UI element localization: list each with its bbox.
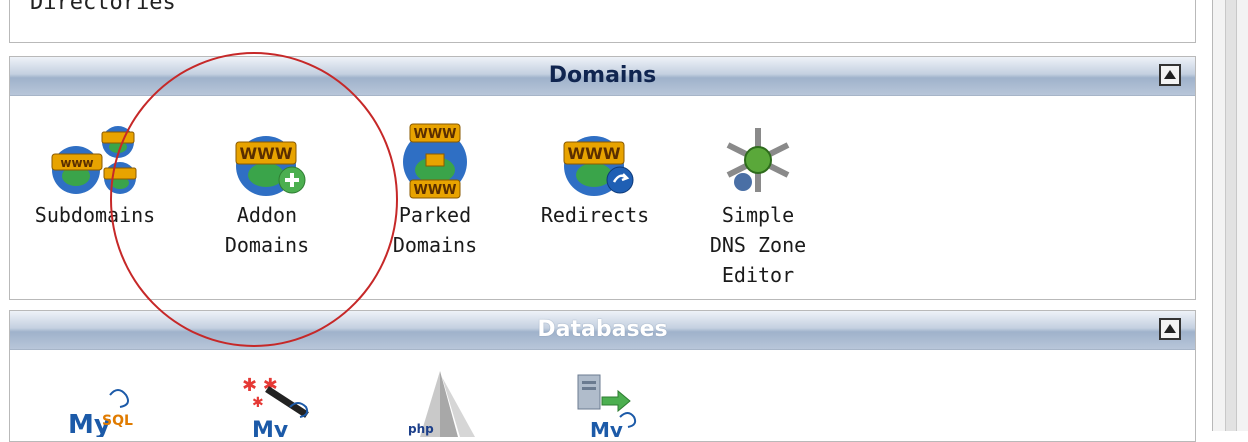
remote-mysql-icon: My (577, 374, 637, 437)
svg-text:✱: ✱ (252, 395, 264, 411)
addon-domains-icon: WWW (235, 136, 306, 196)
mysql-databases-icon: My SQL (68, 389, 133, 437)
parked-domains-label: Parked Domains (392, 203, 478, 257)
vertical-scrollbar[interactable] (1212, 0, 1248, 431)
svg-text:My: My (252, 418, 288, 437)
redirects-icon: WWW (563, 136, 634, 196)
svg-text:My: My (590, 418, 623, 437)
svg-text:SQL: SQL (102, 413, 133, 429)
domains-header[interactable]: Domains (10, 57, 1195, 96)
databases-collapse-button[interactable] (1159, 318, 1181, 340)
domains-section: Domains www Subdomains WWW Addon Domains (9, 56, 1196, 300)
svg-text:www: www (60, 156, 93, 170)
databases-title: Databases (537, 317, 668, 342)
mysql-wizard-icon: ✱ ✱ ✱ My (242, 375, 309, 437)
domains-collapse-button[interactable] (1159, 64, 1181, 86)
svg-text:php: php (408, 422, 434, 436)
mysql-databases-item[interactable]: My SQL (10, 367, 180, 437)
phpmyadmin-icon: php (408, 371, 475, 437)
domains-title: Domains (548, 63, 657, 88)
redirects-label: Redirects (540, 203, 650, 227)
phpmyadmin-item[interactable]: php (350, 367, 520, 437)
parked-domains-item[interactable]: WWW WWW Parked Domains (350, 120, 520, 260)
subdomains-label: Subdomains (34, 203, 156, 227)
collapse-arrow-icon (1164, 70, 1176, 79)
redirects-item[interactable]: WWW Redirects (510, 120, 680, 230)
subdomains-item[interactable]: www Subdomains (10, 120, 180, 230)
mysql-wizard-item[interactable]: ✱ ✱ ✱ My (182, 367, 352, 437)
previous-section-box: Directories (9, 0, 1196, 43)
parked-domains-icon: WWW WWW (403, 123, 467, 199)
databases-section: Databases My SQL ✱ ✱ ✱ My php My (9, 310, 1196, 442)
dns-zone-editor-item[interactable]: Simple DNS Zone Editor (673, 120, 843, 290)
svg-text:WWW: WWW (413, 183, 456, 198)
remote-mysql-item[interactable]: My (510, 367, 680, 437)
svg-text:WWW: WWW (413, 127, 456, 142)
databases-header[interactable]: Databases (10, 311, 1195, 350)
dns-zone-editor-icon (726, 128, 790, 192)
subdomains-icon: www (51, 126, 137, 194)
svg-text:WWW: WWW (568, 144, 621, 163)
addon-domains-label: Addon Domains (224, 203, 310, 257)
collapse-arrow-icon (1164, 324, 1176, 333)
previous-section-text: Directories (30, 0, 176, 15)
scrollbar-track[interactable] (1225, 0, 1237, 431)
svg-text:WWW: WWW (240, 144, 293, 163)
addon-domains-item[interactable]: WWW Addon Domains (182, 120, 352, 260)
dns-zone-editor-label: Simple DNS Zone Editor (709, 203, 807, 287)
